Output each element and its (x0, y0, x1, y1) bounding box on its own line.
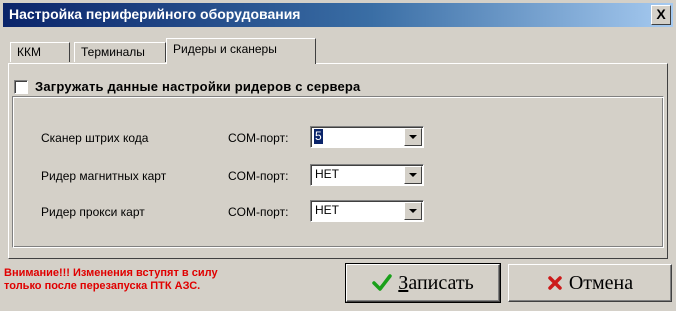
cancel-button[interactable]: Отмена (508, 264, 672, 302)
dropdown-button[interactable] (404, 166, 422, 184)
proxy-reader-label: Ридер прокси карт (41, 205, 145, 219)
proxy-reader-port-select[interactable]: НЕТ (310, 200, 424, 222)
tab-terminals[interactable]: Терминалы (74, 42, 166, 62)
barcode-scanner-label: Сканер штрих кода (41, 131, 149, 145)
title-bar: Настройка периферийного оборудования X (3, 3, 673, 27)
close-button[interactable]: X (651, 5, 671, 25)
select-value: НЕТ (315, 203, 339, 217)
save-accel: З (398, 272, 409, 294)
select-value: 5 (314, 129, 323, 144)
chevron-down-icon (409, 209, 417, 213)
dropdown-button[interactable] (404, 128, 422, 146)
save-button[interactable]: Записать (345, 263, 501, 303)
tab-kkm[interactable]: ККМ (10, 42, 70, 62)
chevron-down-icon (409, 135, 417, 139)
tab-label: Терминалы (81, 45, 145, 59)
warning-line: только после перезапуска ПТК АЗС. (4, 280, 201, 292)
settings-window: Настройка периферийного оборудования X К… (0, 0, 676, 311)
chevron-down-icon (409, 173, 417, 177)
tab-readers-scanners[interactable]: Ридеры и сканеры (166, 38, 316, 64)
save-label: аписать (408, 272, 474, 294)
restart-warning: Внимание!!! Изменения вступят в силу тол… (4, 267, 218, 293)
tab-label: ККМ (17, 45, 41, 59)
tab-label: Ридеры и сканеры (173, 42, 277, 56)
dropdown-button[interactable] (404, 202, 422, 220)
check-icon (372, 274, 393, 291)
barcode-scanner-port-select[interactable]: 5 (310, 126, 424, 148)
warning-line: Внимание!!! Изменения вступят в силу (4, 267, 218, 279)
window-title: Настройка периферийного оборудования (9, 6, 301, 22)
com-port-label: COM-порт: (228, 205, 289, 219)
select-value: НЕТ (315, 167, 339, 181)
com-port-label: COM-порт: (228, 169, 289, 183)
magnetic-reader-port-select[interactable]: НЕТ (310, 164, 424, 186)
com-port-label: COM-порт: (228, 131, 289, 145)
close-icon: X (656, 6, 666, 22)
load-from-server-label: Загружать данные настройки ридеров с сер… (35, 79, 361, 94)
cancel-label: Отмена (568, 272, 634, 294)
cross-icon (548, 276, 562, 290)
magnetic-reader-label: Ридер магнитных карт (41, 169, 167, 183)
load-from-server-checkbox[interactable] (14, 80, 28, 94)
